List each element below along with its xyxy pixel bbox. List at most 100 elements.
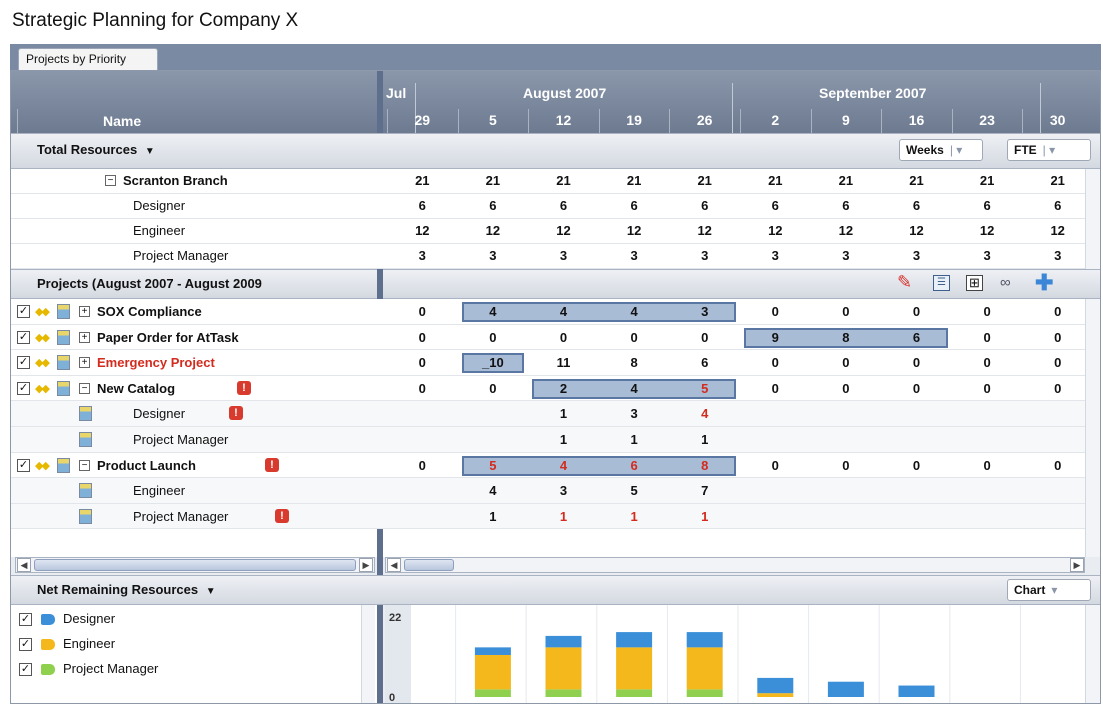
- document-icon[interactable]: [57, 380, 70, 396]
- scroll-right-icon[interactable]: ▶: [359, 558, 373, 572]
- allocation-value[interactable]: 5: [599, 483, 670, 498]
- warning-icon[interactable]: !: [237, 380, 251, 395]
- allocation-value[interactable]: 6: [599, 458, 670, 473]
- double-arrow-icon[interactable]: ◆◆: [35, 382, 50, 395]
- weeks-select[interactable]: Weeks | ▾: [899, 139, 983, 161]
- allocation-value[interactable]: 0: [740, 458, 811, 473]
- allocation-value[interactable]: 0: [740, 355, 811, 370]
- warning-icon[interactable]: !: [275, 508, 289, 523]
- tab-projects-by-priority[interactable]: Projects by Priority: [18, 48, 158, 70]
- allocation-value[interactable]: 0: [881, 355, 952, 370]
- warning-icon[interactable]: !: [229, 406, 243, 421]
- allocation-value[interactable]: 4: [599, 381, 670, 396]
- expand-icon[interactable]: +: [79, 357, 90, 369]
- chart-splitter[interactable]: [377, 605, 383, 703]
- highlighter-icon[interactable]: ✎: [897, 272, 912, 293]
- project-label[interactable]: Paper Order for AtTask: [97, 330, 239, 345]
- allocation-value[interactable]: 0: [811, 355, 882, 370]
- allocation-value[interactable]: 11: [528, 355, 599, 370]
- allocation-value[interactable]: 0: [387, 304, 458, 319]
- allocation-value[interactable]: 2: [528, 381, 599, 396]
- allocation-value[interactable]: 8: [669, 458, 740, 473]
- allocation-value[interactable]: 0: [1022, 381, 1093, 396]
- double-arrow-icon[interactable]: ◆◆: [35, 331, 50, 344]
- net-remaining-title[interactable]: Net Remaining Resources ▼: [37, 582, 216, 597]
- allocation-value[interactable]: 0: [528, 330, 599, 345]
- add-icon[interactable]: ✚: [1035, 270, 1053, 296]
- expand-all-icon[interactable]: ⊞: [966, 275, 983, 291]
- collapse-icon[interactable]: −: [105, 175, 116, 186]
- allocation-value[interactable]: 1: [669, 509, 740, 524]
- allocation-value[interactable]: 0: [952, 330, 1023, 345]
- allocation-value[interactable]: 0: [1022, 458, 1093, 473]
- allocation-value[interactable]: 0: [952, 355, 1023, 370]
- checkbox[interactable]: ✓: [17, 381, 30, 395]
- warning-icon[interactable]: !: [265, 457, 279, 472]
- allocation-value[interactable]: 1: [528, 509, 599, 524]
- document-icon[interactable]: [79, 483, 92, 499]
- allocation-value[interactable]: 6: [881, 330, 952, 345]
- allocation-value[interactable]: 0: [387, 330, 458, 345]
- allocation-value[interactable]: 9: [740, 330, 811, 345]
- allocation-value[interactable]: 0: [811, 381, 882, 396]
- name-column-header[interactable]: Name: [103, 113, 141, 129]
- task-label[interactable]: Engineer: [133, 483, 185, 498]
- allocation-value[interactable]: 1: [528, 406, 599, 421]
- allocation-value[interactable]: 0: [740, 304, 811, 319]
- document-icon[interactable]: [57, 355, 70, 371]
- allocation-value[interactable]: 0: [1022, 304, 1093, 319]
- allocation-value[interactable]: 1: [599, 432, 670, 447]
- allocation-value[interactable]: 0: [811, 304, 882, 319]
- allocation-value[interactable]: 5: [458, 458, 529, 473]
- timeline-horizontal-scrollbar[interactable]: ◀ ▶: [385, 557, 1085, 573]
- scroll-right-icon[interactable]: ▶: [1070, 558, 1084, 572]
- header-splitter[interactable]: [377, 71, 383, 133]
- scroll-left-icon[interactable]: ◀: [387, 558, 401, 572]
- double-arrow-icon[interactable]: ◆◆: [35, 459, 50, 472]
- allocation-value[interactable]: 4: [528, 458, 599, 473]
- allocation-value[interactable]: 3: [599, 406, 670, 421]
- allocation-value[interactable]: 0: [881, 304, 952, 319]
- allocation-value[interactable]: 3: [528, 483, 599, 498]
- name-horizontal-scrollbar[interactable]: ◀ ▶: [15, 557, 375, 573]
- fte-select[interactable]: FTE | ▾: [1007, 139, 1091, 161]
- document-icon[interactable]: [57, 457, 70, 473]
- chart-scrollbar[interactable]: [1085, 605, 1100, 703]
- checkbox[interactable]: ✓: [17, 305, 30, 318]
- allocation-value[interactable]: 0: [387, 458, 458, 473]
- allocation-value[interactable]: 1: [528, 432, 599, 447]
- project-label[interactable]: New Catalog: [97, 381, 175, 396]
- checkbox[interactable]: ✓: [17, 458, 30, 472]
- document-icon[interactable]: [57, 304, 70, 319]
- allocation-value[interactable]: 0: [1022, 330, 1093, 345]
- scroll-left-icon[interactable]: ◀: [17, 558, 31, 572]
- allocation-value[interactable]: 1: [458, 509, 529, 524]
- task-label[interactable]: Designer: [133, 406, 185, 421]
- collapse-icon[interactable]: −: [79, 459, 90, 471]
- task-label[interactable]: Project Manager: [133, 432, 228, 447]
- allocation-value[interactable]: 1: [599, 509, 670, 524]
- scroll-thumb[interactable]: [34, 559, 356, 571]
- double-arrow-icon[interactable]: ◆◆: [35, 356, 50, 369]
- allocation-value[interactable]: 0: [740, 381, 811, 396]
- chart-view-select[interactable]: Chart ▾: [1007, 579, 1091, 601]
- allocation-value[interactable]: 4: [458, 483, 529, 498]
- allocation-value[interactable]: 0: [387, 355, 458, 370]
- expand-icon[interactable]: +: [79, 306, 90, 317]
- expand-icon[interactable]: +: [79, 331, 90, 343]
- checkbox[interactable]: ✓: [19, 613, 32, 626]
- allocation-value[interactable]: 4: [599, 304, 670, 319]
- allocation-value[interactable]: 0: [881, 381, 952, 396]
- link-icon[interactable]: ∞: [1000, 274, 1011, 291]
- allocation-value[interactable]: 0: [669, 330, 740, 345]
- checkbox[interactable]: ✓: [17, 330, 30, 344]
- allocation-value[interactable]: 0: [952, 458, 1023, 473]
- collapse-icon[interactable]: −: [79, 382, 90, 394]
- allocation-value[interactable]: 0: [1022, 355, 1093, 370]
- project-label[interactable]: Emergency Project: [97, 355, 215, 370]
- legend-scrollbar[interactable]: [361, 605, 375, 703]
- allocation-value[interactable]: 0: [458, 330, 529, 345]
- allocation-value[interactable]: 7: [669, 483, 740, 498]
- total-resources-title[interactable]: Total Resources ▼: [37, 142, 155, 157]
- allocation-value[interactable]: 0: [458, 381, 529, 396]
